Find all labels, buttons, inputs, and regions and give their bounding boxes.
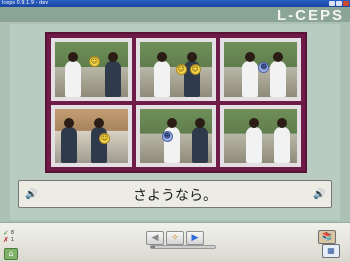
- speaker-icon[interactable]: 🔊: [313, 189, 325, 200]
- scene-photo: ☻: [224, 42, 297, 97]
- scene-grid: ☺ ☺ ☺ ☻ ☺ ☻: [45, 32, 307, 173]
- scene-card-1[interactable]: ☺: [51, 38, 132, 101]
- person-figure: [274, 118, 291, 163]
- wrong-count-row: ✗ 1: [3, 235, 15, 244]
- prompt-bar: 🔊 さようなら。 🔊: [18, 180, 332, 208]
- person-figure: [246, 118, 263, 163]
- scene-card-5[interactable]: ☻: [135, 104, 217, 167]
- previous-button[interactable]: ◀: [146, 231, 164, 245]
- calendar-icon[interactable]: ▦: [322, 244, 340, 258]
- window-controls: [329, 1, 349, 6]
- emotion-happy-icon: ☺: [175, 64, 187, 75]
- minimize-button[interactable]: [329, 1, 335, 6]
- correct-count: 8: [10, 229, 15, 236]
- emotion-happy-icon: ☺: [189, 64, 201, 75]
- progress-fill: [151, 246, 155, 248]
- scene-photo: [224, 108, 297, 163]
- close-button[interactable]: [343, 1, 349, 6]
- maximize-button[interactable]: [336, 1, 342, 6]
- window-title: lceps 0.9.1.9 - dev: [2, 0, 49, 6]
- emotion-neutral-icon: ☻: [161, 130, 173, 142]
- emotion-neutral-icon: ☻: [258, 62, 270, 73]
- scene-card-2[interactable]: ☺ ☺: [135, 38, 217, 101]
- scene-card-3[interactable]: ☻: [220, 38, 301, 101]
- person-figure: [191, 118, 208, 163]
- emotion-happy-icon: ☺: [99, 132, 110, 144]
- scene-photo: ☺ ☺: [139, 42, 213, 97]
- person-figure: [153, 51, 170, 97]
- emotion-happy-icon: ☺: [89, 56, 100, 67]
- scene-photo: ☺: [55, 108, 128, 163]
- prompt-sentence: さようなら。: [133, 188, 217, 204]
- bottom-toolbar: ✓ 8 ✗ 1 ⌂ ◀ ✧ ▶: [0, 222, 350, 262]
- person-figure: [105, 51, 121, 97]
- scene-photo: ☻: [139, 108, 213, 163]
- scene-photo: ☺: [55, 42, 128, 97]
- progress-bar: [150, 245, 216, 249]
- hint-button[interactable]: ✧: [166, 231, 184, 245]
- person-figure: [242, 51, 259, 97]
- person-figure: [61, 118, 77, 163]
- score-status: ✓ 8 ✗ 1: [3, 229, 15, 244]
- scene-card-4[interactable]: ☺: [51, 104, 132, 167]
- window-title-bar: lceps 0.9.1.9 - dev: [0, 0, 350, 7]
- person-figure: [270, 51, 287, 97]
- home-button[interactable]: ⌂: [4, 248, 18, 260]
- books-icon[interactable]: 📚: [318, 230, 336, 244]
- wrong-count: 1: [10, 236, 15, 243]
- person-figure: [65, 51, 81, 97]
- cross-icon: ✗: [3, 235, 9, 244]
- navigation-controls: ◀ ✧ ▶: [146, 231, 204, 245]
- scene-card-6[interactable]: [220, 104, 301, 167]
- next-button[interactable]: ▶: [186, 231, 204, 245]
